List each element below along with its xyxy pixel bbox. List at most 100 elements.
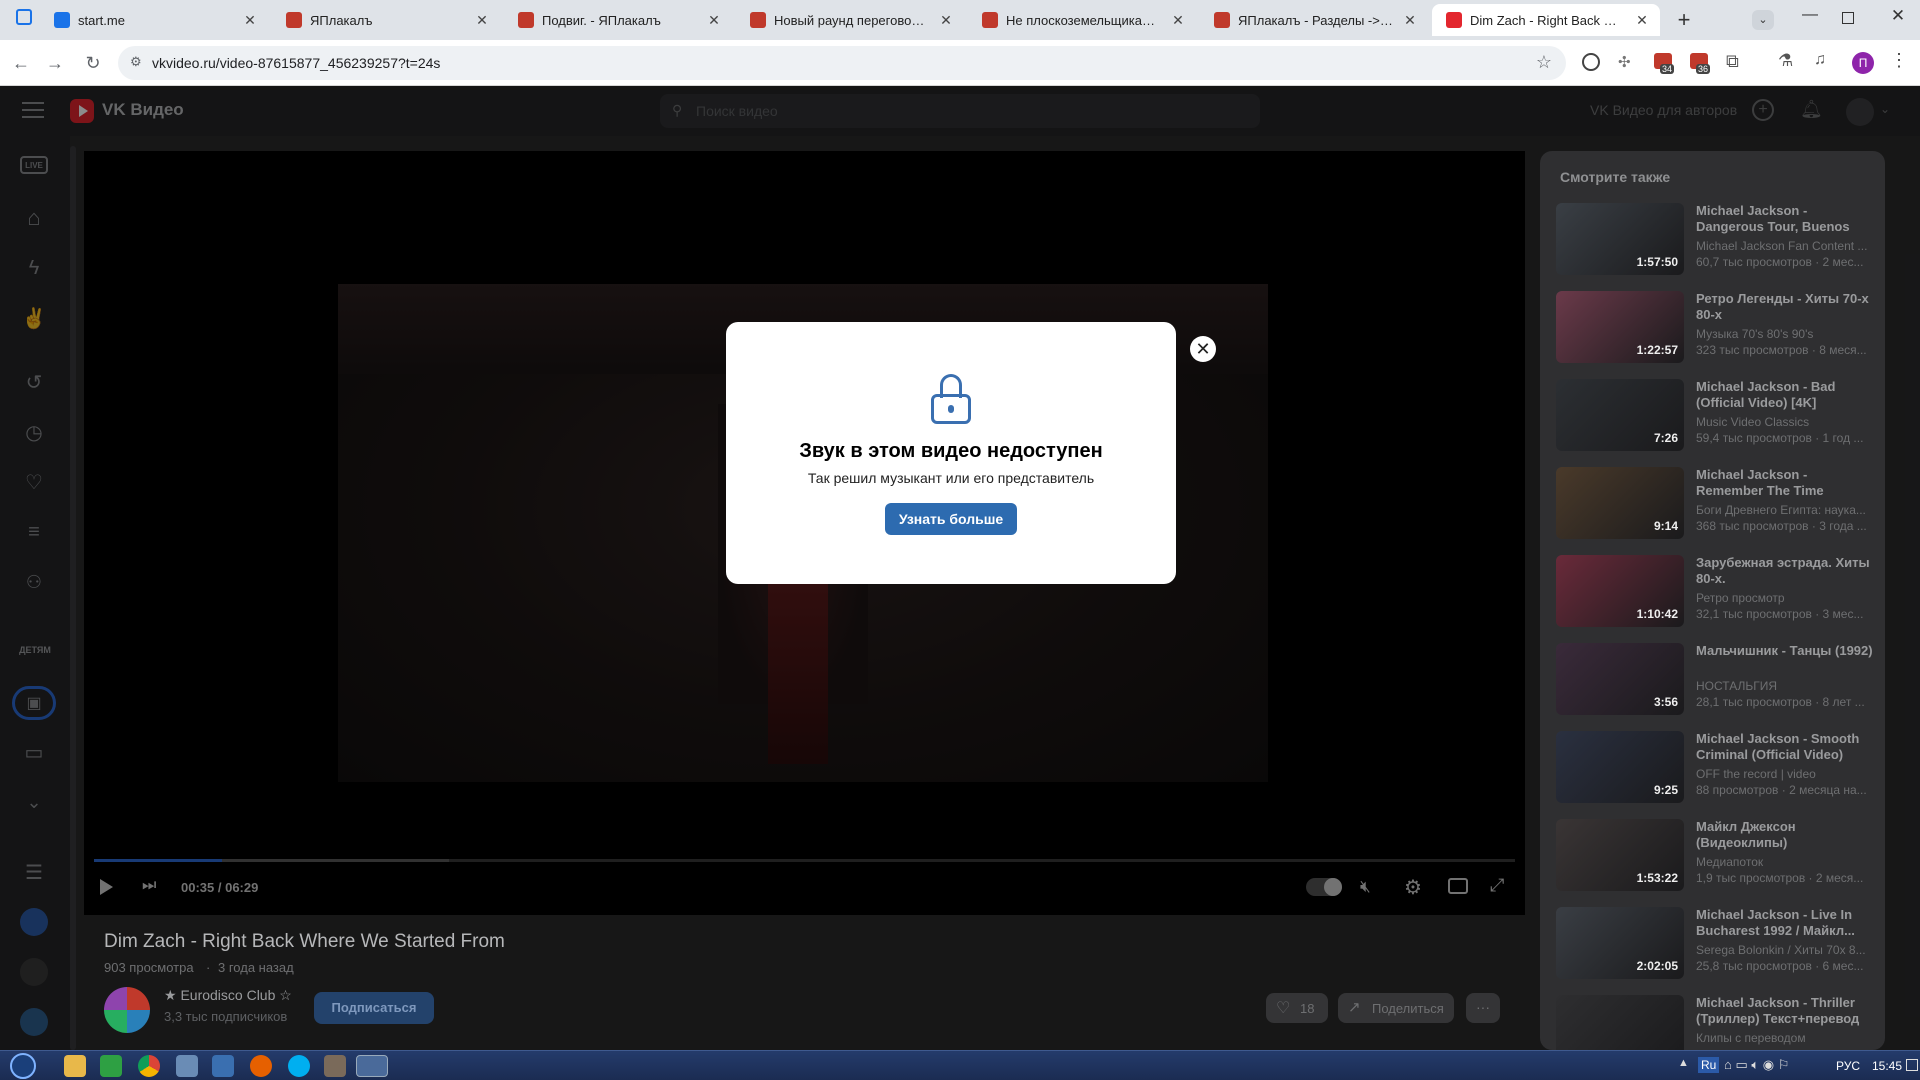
more-options-button[interactable]: ··· [1466,993,1500,1023]
extension-icon[interactable]: ✣ [1618,53,1636,71]
browser-tab[interactable]: ЯПлакалъ ✕ [272,4,500,36]
media-control-icon[interactable]: ♫ [1814,51,1826,69]
video-title[interactable]: Зарубежная эстрада. Хиты 80-х. [1696,555,1876,587]
file-explorer-icon[interactable] [64,1055,86,1077]
back-arrow-icon[interactable]: ← [8,50,34,76]
related-video-item[interactable]: 9:14 Michael Jackson - Remember The Time Б… [1556,467,1876,543]
keyboard-layout[interactable]: РУС [1836,1059,1860,1073]
browser-tab[interactable]: Dim Zach - Right Back Where ✕ [1432,4,1660,36]
video-title[interactable]: Michael Jackson - Smooth Criminal (Offic… [1696,731,1876,763]
close-tab-icon[interactable]: ✕ [1170,12,1186,29]
browser-tab[interactable]: Подвиг. - ЯПлакалъ ✕ [504,4,732,36]
video-channel[interactable]: Клипы с переводом [1696,1031,1876,1045]
close-dialog-icon[interactable]: ✕ [1190,336,1216,362]
extensions-puzzle-icon[interactable]: ⧉ [1726,51,1739,72]
related-video-item[interactable]: 7:26 Michael Jackson - Bad (Official Vide… [1556,379,1876,455]
new-tab-button[interactable]: + [1672,7,1696,33]
tray-arrow-icon[interactable]: ▲ [1678,1057,1689,1069]
video-title[interactable]: Мальчишник - Танцы (1992) [1696,643,1876,659]
profile-avatar[interactable]: П [1852,52,1874,74]
video-thumbnail[interactable]: 1:57:50 [1556,203,1684,275]
minimize-window-button[interactable]: — [1796,6,1824,32]
favicon-icon [1446,12,1462,28]
site-settings-icon[interactable]: ⚙ [130,54,142,70]
tab-title: Подвиг. - ЯПлакалъ [542,12,661,28]
video-title[interactable]: Michael Jackson - Remember The Time [1696,467,1876,499]
clock[interactable]: 15:45 [1872,1059,1902,1073]
video-thumbnail[interactable]: 1:22:57 [1556,291,1684,363]
app-plus-icon[interactable] [100,1055,122,1077]
video-thumbnail[interactable]: 9:25 [1556,731,1684,803]
close-tab-icon[interactable]: ✕ [1402,12,1418,29]
browser-menu-kebab-icon[interactable]: ⋮ [1890,50,1908,71]
related-video-item[interactable]: 3:56 Мальчишник - Танцы (1992) НОСТАЛЬГИЯ 2… [1556,643,1876,719]
chrome-icon[interactable] [138,1055,160,1077]
video-channel[interactable]: Боги Древнего Египта: наука... [1696,503,1876,517]
video-stats: 323 тыс просмотров · 8 меся... [1696,343,1867,357]
app-icon[interactable] [176,1055,198,1077]
close-tab-icon[interactable]: ✕ [242,12,258,29]
close-tab-icon[interactable]: ✕ [1634,12,1650,29]
video-channel[interactable]: Michael Jackson Fan Content ... [1696,239,1876,253]
labs-flask-icon[interactable]: ⚗ [1778,51,1793,71]
video-thumbnail[interactable]: 1:10:42 [1556,555,1684,627]
video-title[interactable]: Michael Jackson - Bad (Official Video) [… [1696,379,1876,411]
language-indicator[interactable]: Ru [1698,1057,1720,1073]
channel-name[interactable]: ★ Eurodisco Club ☆ [164,987,292,1004]
tab-search-button[interactable]: ⌄ [1752,10,1774,30]
reload-icon[interactable]: ↻ [80,50,106,76]
learn-more-button[interactable]: Узнать больше [885,503,1017,535]
video-title[interactable]: Michael Jackson - Live In Bucharest 1992… [1696,907,1876,939]
subscribe-button[interactable]: Подписаться [314,992,434,1024]
video-channel[interactable]: OFF the record | video [1696,767,1876,781]
app-64-icon[interactable] [212,1055,234,1077]
browser-tab[interactable]: ЯПлакалъ - Разделы -> Реда ✕ [1200,4,1428,36]
forward-arrow-icon[interactable]: → [42,50,68,76]
video-channel[interactable]: Music Video Classics [1696,415,1876,429]
video-thumbnail[interactable]: 2:02:05 [1556,907,1684,979]
close-tab-icon[interactable]: ✕ [474,12,490,29]
video-title[interactable]: Michael Jackson - Dangerous Tour, Buenos… [1696,203,1876,235]
video-channel[interactable]: НОСТАЛЬГИЯ [1696,679,1876,693]
close-tab-icon[interactable]: ✕ [938,12,954,29]
related-video-item[interactable]: 1:57:50 Michael Jackson - Dangerous Tour,… [1556,203,1876,279]
related-video-item[interactable]: 1:53:22 Майкл Джексон (Видеоклипы) Медиапо… [1556,819,1876,895]
video-channel[interactable]: Медиапоток [1696,855,1876,869]
notification-icon[interactable] [1906,1059,1918,1071]
channel-avatar[interactable] [104,987,150,1033]
video-thumbnail[interactable]: 9:14 [1556,467,1684,539]
video-channel[interactable]: Музыка 70's 80's 90's [1696,327,1876,341]
share-button[interactable]: ↗ Поделиться [1338,993,1454,1023]
video-thumbnail[interactable]: 7:26 [1556,379,1684,451]
bookmark-star-icon[interactable]: ☆ [1536,52,1552,73]
tray-icons[interactable]: ⌂ ▭ 🔈︎ ◉ ⚐ [1724,1057,1789,1073]
related-video-item[interactable]: 1:10:42 Зарубежная эстрада. Хиты 80-х. Рет… [1556,555,1876,631]
browser-tab[interactable]: Не плоскоземельщиками ед ✕ [968,4,1196,36]
extension-icon[interactable] [1582,53,1600,71]
video-thumbnail[interactable]: 3:56 [1556,643,1684,715]
address-bar[interactable]: ⚙ vkvideo.ru/video-87615877_456239257?t=… [118,46,1566,80]
close-tab-icon[interactable]: ✕ [706,12,722,29]
video-thumbnail[interactable] [1556,995,1684,1050]
related-video-item[interactable]: Michael Jackson - Thriller (Триллер) Тек… [1556,995,1876,1050]
related-video-item[interactable]: 2:02:05 Michael Jackson - Live In Buchare… [1556,907,1876,983]
start-button-icon[interactable] [10,1053,36,1079]
browser-tab[interactable]: start.me ✕ [40,4,268,36]
video-title[interactable]: Ретро Легенды - Хиты 70-х 80-х [1696,291,1876,323]
firefox-icon[interactable] [250,1055,272,1077]
video-channel[interactable]: Ретро просмотр [1696,591,1876,605]
app-icon[interactable] [324,1055,346,1077]
related-video-item[interactable]: 1:22:57 Ретро Легенды - Хиты 70-х 80-х Муз… [1556,291,1876,367]
browser-tab[interactable]: Новый раунд переговоров по ✕ [736,4,964,36]
restore-window-button[interactable] [1842,12,1854,24]
browser-menu-icon[interactable] [16,9,32,25]
active-browser-icon[interactable] [356,1055,388,1077]
like-button[interactable]: ♡ 18 [1266,993,1328,1023]
related-video-item[interactable]: 9:25 Michael Jackson - Smooth Criminal (O… [1556,731,1876,807]
video-title[interactable]: Майкл Джексон (Видеоклипы) [1696,819,1876,851]
skype-icon[interactable] [288,1055,310,1077]
video-title[interactable]: Michael Jackson - Thriller (Триллер) Тек… [1696,995,1876,1027]
video-channel[interactable]: Serega Bolonkin / Хиты 70х 8... [1696,943,1876,957]
close-window-button[interactable]: ✕ [1884,6,1912,32]
video-thumbnail[interactable]: 1:53:22 [1556,819,1684,891]
